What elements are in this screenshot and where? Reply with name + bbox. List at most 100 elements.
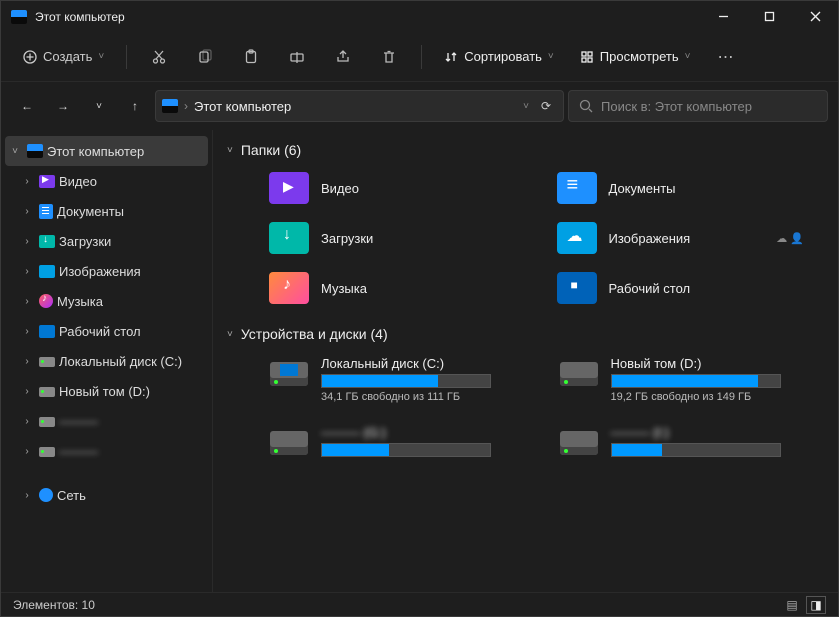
drive-item-3[interactable]: ——— (I:) (555, 421, 825, 465)
sidebar-item-5[interactable]: › Музыка (1, 286, 212, 316)
search-icon (579, 99, 593, 113)
more-icon[interactable]: ⋯ (707, 39, 747, 75)
sidebar-item-2[interactable]: › Документы (1, 196, 212, 226)
sidebar-item-label: Музыка (57, 294, 103, 309)
folder-icon (557, 272, 597, 304)
details-view-button[interactable]: ▤ (782, 596, 802, 614)
drive-name: Локальный диск (C:) (321, 356, 531, 371)
breadcrumb[interactable]: Этот компьютер (194, 99, 291, 114)
sidebar-item-6[interactable]: ›Рабочий стол (1, 316, 212, 346)
new-button[interactable]: Создать ˅ (13, 44, 114, 69)
drive-item-0[interactable]: Локальный диск (C:)34,1 ГБ свободно из 1… (265, 352, 535, 407)
pc-icon (27, 144, 43, 158)
folder-icon (557, 172, 597, 204)
back-button[interactable]: ← (11, 90, 43, 122)
refresh-icon[interactable]: ⟳ (541, 99, 551, 113)
sidebar-item-label: Локальный диск (C:) (59, 354, 182, 369)
paste-icon[interactable] (231, 39, 271, 75)
up-button[interactable]: ↑ (119, 90, 151, 122)
sort-button[interactable]: Сортировать ˅ (434, 44, 564, 69)
sidebar-item-8[interactable]: ›Новый том (D:) (1, 376, 212, 406)
minimize-button[interactable] (700, 1, 746, 32)
drive-item-1[interactable]: Новый том (D:) 19,2 ГБ свободно из 149 ГБ (555, 352, 825, 407)
folder-item-3[interactable]: Изображения☁ 👤 (553, 218, 825, 258)
chevron-icon: › (19, 296, 35, 307)
sidebar-item-10[interactable]: › ——— (1, 436, 212, 466)
toolbar: Создать ˅ Сортировать ˅ Просмотреть ˅ ⋯ (1, 32, 838, 82)
status-bar: Элементов: 10 ▤ ◨ (1, 592, 838, 616)
chevron-icon: › (19, 266, 35, 277)
sidebar-item-0[interactable]: ˅Этот компьютер (5, 136, 208, 166)
drive-name: ——— (G:) (321, 425, 531, 440)
drives-group-header[interactable]: ˅ Устройства и диски (4) (227, 326, 824, 342)
chevron-icon: ˅ (7, 146, 23, 157)
chevron-right-icon: › (184, 99, 188, 113)
folder-item-4[interactable]: Музыка (265, 268, 537, 308)
teal-icon (39, 235, 55, 248)
chevron-down-icon: ˅ (227, 329, 233, 340)
copy-icon[interactable] (185, 39, 225, 75)
folder-label: Рабочий стол (609, 281, 691, 296)
cut-icon[interactable] (139, 39, 179, 75)
sidebar-item-11[interactable]: › Сеть (1, 480, 212, 510)
content-area: ˅ Папки (6) Видео Документы Загрузки Изобра… (213, 130, 838, 592)
sidebar-item-9[interactable]: ›——— (1, 406, 212, 436)
sidebar-item-label: Изображения (59, 264, 141, 279)
sidebar-item-label: Сеть (57, 488, 86, 503)
drive-icon (559, 356, 599, 392)
chevron-icon: › (19, 176, 35, 187)
drive-icon (269, 425, 309, 461)
drive-usage-bar (611, 374, 781, 388)
sidebar-item-label: ——— (59, 444, 98, 459)
chevron-icon: › (19, 386, 35, 397)
drive-name: ——— (I:) (611, 425, 821, 440)
drive-icon (39, 447, 55, 457)
drive-name: Новый том (D:) (611, 356, 821, 371)
chevron-icon: › (19, 206, 35, 217)
folder-label: Видео (321, 181, 359, 196)
rename-icon[interactable] (277, 39, 317, 75)
folder-icon (269, 222, 309, 254)
blue-icon (39, 325, 55, 338)
sidebar-item-label: Видео (59, 174, 97, 189)
folder-icon (269, 172, 309, 204)
folder-label: Загрузки (321, 231, 373, 246)
window-title: Этот компьютер (35, 10, 700, 24)
search-input[interactable]: Поиск в: Этот компьютер (568, 90, 828, 122)
drive-icon (39, 417, 55, 427)
drive-icon (269, 356, 309, 392)
folder-item-1[interactable]: Документы (553, 168, 825, 208)
drive-icon (39, 357, 55, 367)
chevron-icon: › (19, 446, 35, 457)
folder-label: Изображения (609, 231, 691, 246)
tiles-view-button[interactable]: ◨ (806, 596, 826, 614)
address-bar[interactable]: › Этот компьютер ˅ ⟳ (155, 90, 564, 122)
sidebar-item-1[interactable]: › Видео (1, 166, 212, 196)
chevron-down-icon[interactable]: ˅ (523, 101, 529, 112)
chevron-icon: › (19, 356, 35, 367)
sidebar-item-7[interactable]: › Локальный диск (C:) (1, 346, 212, 376)
forward-button[interactable]: → (47, 90, 79, 122)
folder-icon (557, 222, 597, 254)
share-icon[interactable] (323, 39, 363, 75)
new-label: Создать (43, 49, 92, 64)
folders-group-header[interactable]: ˅ Папки (6) (227, 142, 824, 158)
folder-item-0[interactable]: Видео (265, 168, 537, 208)
folder-label: Музыка (321, 281, 367, 296)
maximize-button[interactable] (746, 1, 792, 32)
sidebar-item-label: Рабочий стол (59, 324, 141, 339)
drive-item-2[interactable]: ——— (G:) (265, 421, 535, 465)
close-button[interactable] (792, 1, 838, 32)
chevron-icon: › (19, 490, 35, 501)
net-icon (39, 488, 53, 502)
folder-item-2[interactable]: Загрузки (265, 218, 537, 258)
sidebar-item-4[interactable]: › Изображения (1, 256, 212, 286)
drive-free-text: 19,2 ГБ свободно из 149 ГБ (611, 391, 821, 403)
sidebar-item-label: Документы (57, 204, 124, 219)
sidebar-item-3[interactable]: ›Загрузки (1, 226, 212, 256)
chevron-icon: › (19, 236, 35, 247)
recent-button[interactable]: ˅ (83, 90, 115, 122)
folder-item-5[interactable]: Рабочий стол (553, 268, 825, 308)
delete-icon[interactable] (369, 39, 409, 75)
view-button[interactable]: Просмотреть ˅ (570, 44, 701, 69)
